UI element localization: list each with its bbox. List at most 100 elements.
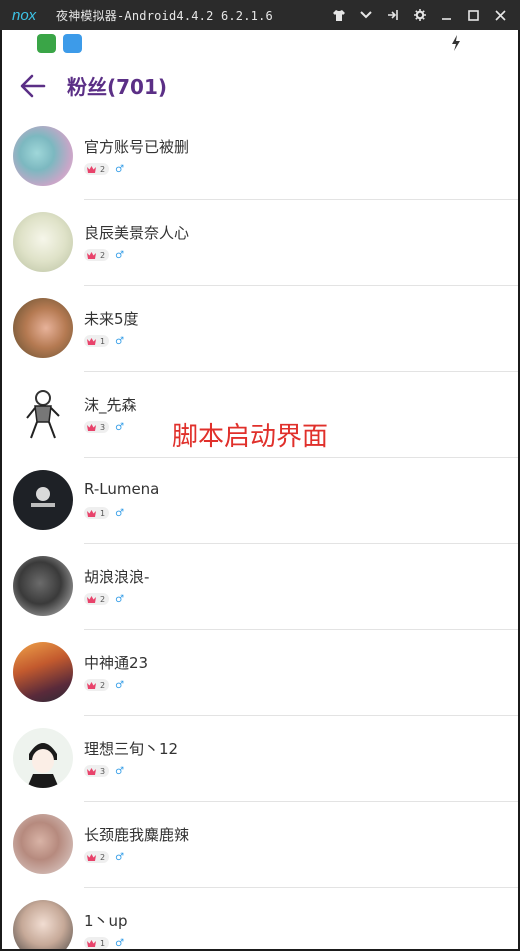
level-value: 1	[100, 508, 106, 518]
follower-name: 官方账号已被删	[84, 138, 190, 156]
level-value: 1	[100, 938, 106, 948]
dark-logo-image	[31, 487, 55, 507]
back-arrow-icon[interactable]	[19, 72, 47, 100]
avatar[interactable]	[13, 728, 73, 788]
follower-name: 良辰美景奈人心	[84, 224, 190, 242]
crown-icon	[87, 767, 96, 775]
level-value: 2	[100, 594, 106, 604]
follower-row[interactable]: R-Lumena 1 ♂	[2, 458, 518, 544]
chevron-down-icon[interactable]	[352, 0, 379, 30]
shirt-icon[interactable]	[325, 0, 352, 30]
follower-name: 中神通23	[84, 654, 149, 672]
follower-list: 官方账号已被删 2 ♂ 良辰美景奈人心 2 ♂ 未来5度 1 ♂ 沫_先森 3 …	[2, 114, 518, 949]
level-badge: 1	[84, 937, 110, 949]
male-icon: ♂	[115, 679, 125, 691]
window-controls	[325, 0, 514, 30]
level-badge: 1	[84, 335, 110, 347]
crown-icon	[87, 853, 96, 861]
maximize-icon[interactable]	[460, 0, 487, 30]
male-icon: ♂	[115, 507, 125, 519]
android-screen: 粉丝(701) 官方账号已被删 2 ♂ 良辰美景奈人心 2 ♂ 未来5度 1 ♂…	[2, 30, 518, 949]
follower-row[interactable]: 中神通23 2 ♂	[2, 630, 518, 716]
level-value: 3	[100, 422, 106, 432]
window-title: 夜神模拟器-Android4.4.2 6.2.1.6	[56, 8, 273, 23]
cartoon-boy-image	[27, 743, 59, 788]
follower-name: 胡浪浪浪-	[84, 568, 150, 586]
badges: 3 ♂	[84, 765, 124, 777]
pin-icon[interactable]	[379, 0, 406, 30]
level-value: 2	[100, 164, 106, 174]
badges: 2 ♂	[84, 593, 124, 605]
crown-icon	[87, 681, 96, 689]
avatar[interactable]	[13, 470, 73, 530]
badges: 2 ♂	[84, 851, 124, 863]
level-value: 2	[100, 250, 106, 260]
level-value: 1	[100, 336, 106, 346]
badges: 1 ♂	[84, 335, 124, 347]
follower-row[interactable]: 胡浪浪浪- 2 ♂	[2, 544, 518, 630]
badges: 1 ♂	[84, 937, 124, 949]
level-badge: 2	[84, 163, 110, 175]
badges: 2 ♂	[84, 163, 124, 175]
gear-icon[interactable]	[406, 0, 433, 30]
follower-name: 1丶up	[84, 912, 128, 930]
avatar[interactable]	[13, 212, 73, 272]
level-badge: 2	[84, 593, 110, 605]
badges: 3 ♂	[84, 421, 124, 433]
male-icon: ♂	[115, 421, 125, 433]
crown-icon	[87, 251, 96, 259]
follower-name: 未来5度	[84, 310, 139, 328]
avatar[interactable]	[13, 556, 73, 616]
male-icon: ♂	[115, 937, 125, 949]
badges: 2 ♂	[84, 249, 124, 261]
follower-row[interactable]: 1丶up 1 ♂	[2, 888, 518, 949]
crown-icon	[87, 337, 96, 345]
follower-row[interactable]: 长颈鹿我麋鹿辣 2 ♂	[2, 802, 518, 888]
avatar[interactable]	[13, 384, 73, 444]
crown-icon	[87, 423, 96, 431]
avatar[interactable]	[13, 126, 73, 186]
male-icon: ♂	[115, 851, 125, 863]
follower-row[interactable]: 官方账号已被删 2 ♂	[2, 114, 518, 200]
male-icon: ♂	[115, 593, 125, 605]
app-notification-icon-2	[63, 34, 82, 53]
status-bar	[2, 30, 518, 58]
svg-text:nox: nox	[12, 7, 37, 24]
follower-row[interactable]: 理想三旬丶12 3 ♂	[2, 716, 518, 802]
follower-name: 沫_先森	[84, 396, 137, 414]
crown-icon	[87, 165, 96, 173]
app-bar: 粉丝(701)	[2, 58, 518, 114]
follower-name: R-Lumena	[84, 480, 160, 498]
level-badge: 2	[84, 679, 110, 691]
close-icon[interactable]	[487, 0, 514, 30]
male-icon: ♂	[115, 765, 125, 777]
crown-icon	[87, 939, 96, 947]
avatar[interactable]	[13, 900, 73, 949]
level-badge: 2	[84, 851, 110, 863]
level-badge: 3	[84, 421, 110, 433]
page-title: 粉丝(701)	[67, 75, 168, 99]
crown-icon	[87, 595, 96, 603]
app-notification-icon	[37, 34, 56, 53]
avatar[interactable]	[13, 642, 73, 702]
sketch-figure-image	[26, 390, 60, 439]
level-value: 3	[100, 766, 106, 776]
charging-icon	[452, 35, 460, 51]
male-icon: ♂	[115, 163, 125, 175]
badges: 2 ♂	[84, 679, 124, 691]
emulator-title-bar: nox 夜神模拟器-Android4.4.2 6.2.1.6	[0, 0, 520, 30]
follower-row[interactable]: 未来5度 1 ♂	[2, 286, 518, 372]
crown-icon	[87, 509, 96, 517]
follower-name: 长颈鹿我麋鹿辣	[84, 826, 190, 844]
avatar[interactable]	[13, 814, 73, 874]
follower-name: 理想三旬丶12	[84, 740, 179, 758]
badges: 1 ♂	[84, 507, 124, 519]
follower-row[interactable]: 良辰美景奈人心 2 ♂	[2, 200, 518, 286]
nox-logo: nox	[12, 7, 37, 24]
level-badge: 1	[84, 507, 110, 519]
level-badge: 3	[84, 765, 110, 777]
avatar[interactable]	[13, 298, 73, 358]
level-value: 2	[100, 680, 106, 690]
minimize-icon[interactable]	[433, 0, 460, 30]
male-icon: ♂	[115, 335, 125, 347]
